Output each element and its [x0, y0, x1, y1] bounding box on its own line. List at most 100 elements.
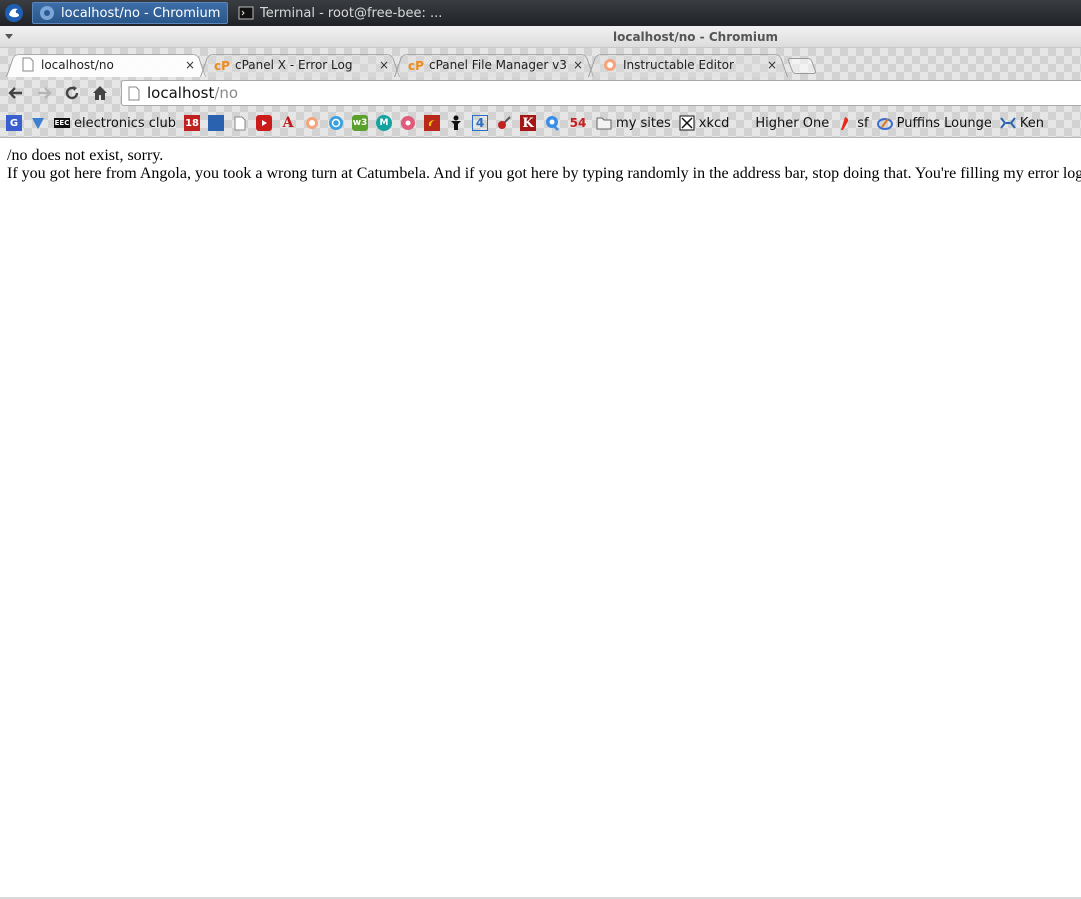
bookmark-label: Puffins Lounge [896, 115, 992, 131]
bookmark-18[interactable]: 18 [180, 112, 204, 134]
fiftyfour-icon: 54 [569, 116, 587, 130]
error-message-title: /no does not exist, sorry. [7, 147, 164, 164]
taskbar: localhost/no - Chromium Terminal - root@… [0, 0, 1081, 26]
bookmark-ken[interactable]: Ken [996, 112, 1048, 134]
page-icon [232, 115, 248, 131]
k-icon: K [520, 115, 537, 131]
tab-close-icon[interactable]: × [572, 58, 584, 72]
v-icon [30, 115, 46, 131]
xfce-menu-icon[interactable] [2, 1, 26, 25]
bookmark-g[interactable]: G [0, 112, 26, 134]
back-arrow-icon [8, 87, 22, 99]
instructables-icon [304, 115, 320, 131]
bookmark-label: xkcd [698, 115, 730, 131]
bookmark-pink[interactable] [396, 112, 420, 134]
tab-label: localhost/no [41, 57, 114, 72]
bookmarks-bar: G EEC electronics club 18 A w3 M 4 K 54 … [0, 110, 1081, 136]
q-icon [544, 115, 560, 131]
forward-arrow-icon [38, 87, 52, 99]
bookmark-electronics-club[interactable]: EEC electronics club [50, 112, 180, 134]
url-path: /no [214, 84, 239, 102]
tab-cpanel-file-manager[interactable]: cP cPanel File Manager v3 × [394, 52, 594, 77]
reload-button[interactable] [60, 81, 84, 105]
bookmark-gnome[interactable] [420, 112, 444, 134]
taskbar-item-label: localhost/no - Chromium [61, 5, 221, 21]
bookmark-54[interactable]: 54 [564, 112, 592, 134]
tab-cpanel-error-log[interactable]: cP cPanel X - Error Log × [200, 52, 400, 77]
bookmark-label: Higher One [755, 115, 830, 131]
tab-close-icon[interactable]: × [378, 58, 390, 72]
bookmark-label: electronics club [74, 115, 177, 131]
tab-label: cPanel X - Error Log [235, 57, 353, 72]
bookmark-page[interactable] [228, 112, 252, 134]
url-host: localhost [147, 84, 215, 102]
svg-text:cP: cP [408, 59, 424, 72]
eec-icon: EEC [54, 118, 70, 128]
bookmark-k[interactable]: K [516, 112, 540, 134]
g-icon: G [6, 115, 22, 131]
bookmark-xkcd[interactable]: xkcd [675, 112, 734, 134]
bookmark-w3[interactable]: w3 [348, 112, 372, 134]
bookmark-label: sf [857, 115, 869, 131]
bookmark-instructables[interactable] [300, 112, 324, 134]
blue-square-icon [208, 115, 225, 131]
page-content: /no does not exist, sorry. If you got he… [0, 139, 1081, 897]
a-icon: A [282, 115, 294, 131]
bookmark-guitar[interactable] [492, 112, 516, 134]
instructables-icon [602, 57, 618, 73]
bookmark-maxim[interactable]: M [372, 112, 396, 134]
bookmark-youtube[interactable] [252, 112, 276, 134]
home-icon [93, 86, 107, 100]
swirl-icon [328, 115, 344, 131]
home-button[interactable] [88, 81, 112, 105]
taskbar-item-chromium[interactable]: localhost/no - Chromium [32, 2, 228, 24]
tab-instructable-editor[interactable]: Instructable Editor × [588, 52, 788, 77]
cpanel-icon: cP [408, 57, 424, 73]
bookmark-figure[interactable] [444, 112, 468, 134]
tab-label: cPanel File Manager v3 [429, 57, 567, 72]
cpanel-icon: cP [214, 57, 230, 73]
chromium-icon [39, 5, 55, 21]
bookmark-4[interactable]: 4 [468, 112, 492, 134]
youtube-icon [256, 115, 273, 131]
taskbar-item-terminal[interactable]: Terminal - root@free-bee: ... [232, 2, 442, 24]
bookmark-q[interactable] [540, 112, 564, 134]
taskbar-item-label: Terminal - root@free-bee: ... [260, 5, 443, 21]
tab-label: Instructable Editor [623, 57, 734, 72]
person-icon [448, 115, 464, 131]
terminal-icon [238, 5, 254, 21]
bookmark-puffins-lounge[interactable]: Puffins Lounge [873, 112, 996, 134]
page-icon [20, 57, 36, 73]
sf-icon [837, 115, 853, 131]
ken-icon [1000, 115, 1016, 131]
reload-icon [65, 86, 79, 100]
tab-close-icon[interactable]: × [766, 58, 778, 72]
bookmark-folder-my-sites[interactable]: my sites [592, 112, 675, 134]
tab-strip: localhost/no × cP cPanel X - Error Log ×… [0, 50, 1081, 77]
bookmark-label: Ken [1019, 115, 1044, 131]
toolbar: localhost/no [0, 78, 1081, 108]
window-titlebar: localhost/no - Chromium [0, 26, 1081, 48]
tab-close-icon[interactable]: × [184, 58, 196, 72]
new-tab-button[interactable] [790, 58, 814, 74]
address-bar[interactable]: localhost/no [121, 80, 1081, 106]
tab-localhost[interactable]: localhost/no × [6, 52, 206, 77]
maxim-icon: M [376, 115, 393, 131]
svg-text:cP: cP [214, 59, 230, 72]
bookmark-swirl[interactable] [324, 112, 348, 134]
puffin-icon [876, 115, 893, 131]
bookmark-blue[interactable] [204, 112, 228, 134]
window-title: localhost/no - Chromium [612, 30, 779, 44]
w3-icon: w3 [352, 115, 369, 131]
sickle-icon [424, 115, 441, 131]
browser-chrome: localhost/no × cP cPanel X - Error Log ×… [0, 48, 1081, 138]
bookmark-higher-one[interactable]: Higher One [747, 112, 833, 134]
back-button[interactable] [4, 81, 28, 105]
bookmark-a[interactable]: A [276, 112, 300, 134]
page-icon [128, 86, 140, 100]
bookmark-v[interactable] [26, 112, 50, 134]
xkcd-icon [679, 115, 695, 131]
forward-button[interactable] [32, 81, 56, 105]
flower-icon [400, 115, 416, 131]
bookmark-sf[interactable]: sf [833, 112, 872, 134]
